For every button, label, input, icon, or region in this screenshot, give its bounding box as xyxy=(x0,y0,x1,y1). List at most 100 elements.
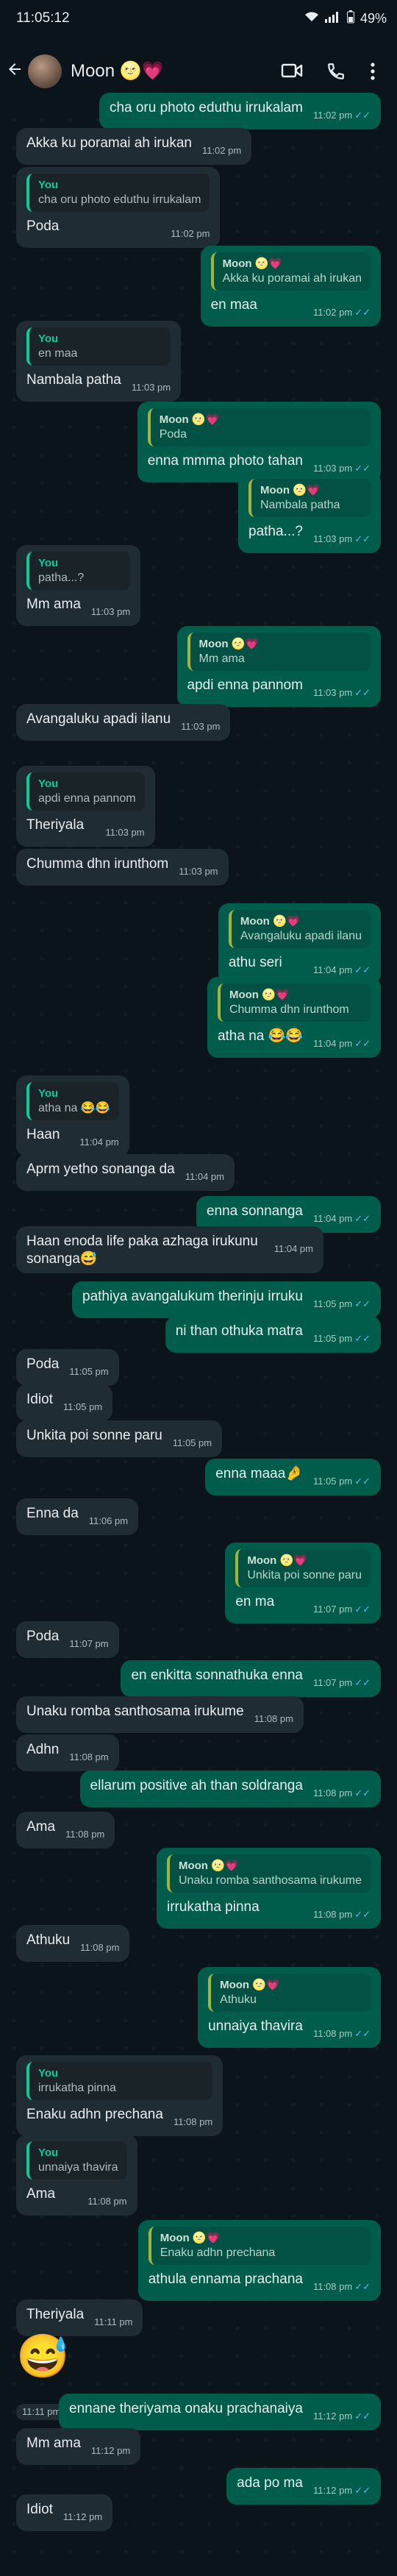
outgoing-message[interactable]: 11:05 pm ✓✓ pathiya avangalukum therinju i… xyxy=(72,1281,381,1318)
quoted-reply[interactable]: You patha...? xyxy=(26,552,131,590)
read-receipt-icon: ✓✓ xyxy=(354,1298,371,1309)
quoted-sender: Moon 🌝💗 xyxy=(159,413,220,426)
read-receipt-icon: ✓✓ xyxy=(354,1213,371,1224)
quoted-reply[interactable]: Moon 🌝💗 Avangaluku apadi ilanu xyxy=(228,910,371,948)
incoming-message[interactable]: You irrukatha pinna 11:08 pm Enaku adhn pre… xyxy=(16,2055,223,2136)
quoted-reply[interactable]: Moon 🌝💗 Poda xyxy=(147,408,371,446)
quoted-sender: Moon 🌝💗 xyxy=(178,1860,239,1872)
message-text: Theriyala xyxy=(26,817,85,833)
quoted-text: atha na 😂😂 xyxy=(38,1102,110,1114)
incoming-message[interactable]: 11:07 pm Poda xyxy=(16,1621,119,1658)
incoming-message[interactable]: 11:08 pm Athuku xyxy=(16,1925,130,1962)
message-time: 11:03 pm xyxy=(181,721,221,732)
outgoing-message[interactable]: Moon 🌝💗 Mm ama 11:03 pm ✓✓ apdi enna pannom xyxy=(176,626,381,707)
incoming-message[interactable]: 11:06 pm Enna da xyxy=(16,1498,139,1535)
quoted-reply[interactable]: You atha na 😂😂 xyxy=(26,1082,119,1120)
outgoing-message[interactable]: 11:05 pm ✓✓ enna maaa🤌 xyxy=(205,1459,381,1495)
quoted-reply[interactable]: Moon 🌝💗 Athuku xyxy=(208,1974,371,2012)
incoming-message[interactable]: 11:03 pm Chumma dhn irunthom xyxy=(16,849,229,886)
incoming-message[interactable]: 11:04 pm Haan enoda life paka azhaga iruk… xyxy=(16,1226,323,1273)
voice-call-icon[interactable] xyxy=(326,62,346,85)
quoted-reply[interactable]: Moon 🌝💗 Akka ku poramai ah irukan xyxy=(210,252,371,291)
quoted-reply[interactable]: You unnaiya thavira xyxy=(26,2141,127,2180)
quoted-reply[interactable]: You apdi enna pannom xyxy=(26,772,145,811)
incoming-message[interactable]: 11:02 pm Akka ku poramai ah irukan xyxy=(16,128,252,165)
outgoing-message[interactable]: Moon 🌝💗 Athuku 11:08 pm ✓✓ unnaiya thavira xyxy=(198,1967,381,2048)
message-time: 11:05 pm xyxy=(172,1437,212,1448)
message-time: 11:12 pm ✓✓ xyxy=(312,2410,371,2422)
message-text: pathiya avangalukum therinju irruku xyxy=(82,1289,303,1304)
incoming-message[interactable]: 11:05 pm Unkita poi sonne paru xyxy=(16,1420,223,1457)
incoming-message[interactable]: 11:08 pm Adhn xyxy=(16,1734,119,1771)
message-text: patha...? xyxy=(248,524,303,539)
incoming-message[interactable]: 11:11 pm Theriyala xyxy=(16,2299,143,2336)
message-text: en maa xyxy=(210,297,257,313)
incoming-message[interactable]: You atha na 😂😂 11:04 pm Haan xyxy=(16,1075,129,1156)
message-time: 11:05 pm xyxy=(69,1366,109,1377)
avatar[interactable] xyxy=(28,54,62,88)
outgoing-message[interactable]: Moon 🌝💗 Unkita poi sonne paru 11:07 pm ✓✓ en… xyxy=(225,1543,381,1623)
outgoing-message[interactable]: 11:05 pm ✓✓ ni than othuka matra xyxy=(165,1316,381,1353)
message-time: 11:05 pm ✓✓ xyxy=(312,1298,371,1309)
message-time: 11:12 pm ✓✓ xyxy=(312,2485,371,2496)
outgoing-message[interactable]: 11:08 pm ✓✓ ellarum positive ah than soldr… xyxy=(79,1771,381,1807)
message-time: 11:08 pm xyxy=(254,1713,293,1724)
quoted-reply[interactable]: Moon 🌝💗 Enaku adhn prechana xyxy=(148,2227,371,2265)
incoming-message[interactable]: 11:08 pm Ama xyxy=(16,1812,115,1849)
outgoing-message[interactable]: Moon 🌝💗 Akka ku poramai ah irukan 11:02 pm… xyxy=(200,246,381,327)
back-arrow-icon[interactable] xyxy=(6,60,24,82)
incoming-message[interactable]: You unnaiya thavira 11:08 pm Ama xyxy=(16,2135,137,2216)
read-receipt-icon: ✓✓ xyxy=(354,1476,371,1487)
message-text: Nambala patha xyxy=(26,372,121,388)
incoming-message[interactable]: 11:05 pm Idiot xyxy=(16,1384,113,1421)
message-time: 11:08 pm ✓✓ xyxy=(312,2281,371,2292)
quoted-reply[interactable]: Moon 🌝💗 Chumma dhn irunthom xyxy=(217,983,371,1022)
quoted-reply[interactable]: You irrukatha pinna xyxy=(26,2062,213,2100)
quoted-sender: You xyxy=(38,1087,59,1100)
message-time: 11:03 pm ✓✓ xyxy=(312,533,371,544)
quoted-reply[interactable]: You en maa xyxy=(26,327,171,366)
message-text: irrukatha pinna xyxy=(166,1899,260,1915)
outgoing-message[interactable]: Moon 🌝💗 Avangaluku apadi ilanu 11:04 pm ✓✓ a… xyxy=(218,903,381,984)
incoming-message[interactable]: 11:08 pm Unaku romba santhosama irukume xyxy=(16,1696,304,1733)
contact-name[interactable]: Moon 🌝💗 xyxy=(71,60,163,82)
more-options-icon[interactable] xyxy=(370,62,376,85)
message-text: en ma xyxy=(235,1594,275,1609)
status-icons: 49% xyxy=(304,10,387,26)
incoming-message[interactable]: 11:03 pm Avangaluku apadi ilanu xyxy=(16,704,231,741)
incoming-message[interactable]: You cha oru photo eduthu irrukalam 11:02 p… xyxy=(16,167,221,248)
quoted-reply[interactable]: Moon 🌝💗 Mm ama xyxy=(187,633,371,671)
quoted-sender: You xyxy=(38,778,59,790)
outgoing-message[interactable]: 11:12 pm ✓✓ ennane theriyama onaku prachan… xyxy=(59,2394,381,2430)
outgoing-message[interactable]: Moon 🌝💗 Unaku romba santhosama irukume 11:… xyxy=(156,1848,381,1929)
quoted-reply[interactable]: You cha oru photo eduthu irrukalam xyxy=(26,174,210,212)
incoming-message[interactable]: You patha...? 11:03 pm Mm ama xyxy=(16,545,141,626)
incoming-message[interactable]: 11:05 pm Poda xyxy=(16,1349,119,1386)
message-text: apdi enna pannom xyxy=(187,677,303,693)
incoming-message[interactable]: 11:12 pm Idiot xyxy=(16,2494,113,2531)
message-text: Poda xyxy=(26,1629,60,1644)
quoted-reply[interactable]: Moon 🌝💗 Unaku romba santhosama irukume xyxy=(166,1854,371,1893)
outgoing-message[interactable]: 11:02 pm ✓✓ cha oru photo eduthu irrukalam xyxy=(99,93,381,129)
message-text: Ama xyxy=(26,2186,56,2202)
outgoing-message[interactable]: Moon 🌝💗 Nambala patha 11:03 pm ✓✓ patha...? xyxy=(238,472,381,553)
incoming-message[interactable]: You apdi enna pannom 11:03 pm Theriyala xyxy=(16,766,155,847)
outgoing-message[interactable]: 11:07 pm ✓✓ en enkitta sonnathuka enna xyxy=(121,1660,381,1697)
video-call-icon[interactable] xyxy=(281,62,303,83)
incoming-message[interactable]: 11:12 pm Mm ama xyxy=(16,2428,141,2465)
outgoing-message[interactable]: Moon 🌝💗 Enaku adhn prechana 11:08 pm ✓✓ athu… xyxy=(137,2220,381,2301)
incoming-message[interactable]: 11:04 pm Aprm yetho sonanga da xyxy=(16,1154,235,1191)
outgoing-message[interactable]: Moon 🌝💗 Poda 11:03 pm ✓✓ enna mmma photo tah… xyxy=(137,402,381,483)
incoming-message[interactable]: You en maa 11:03 pm Nambala patha xyxy=(16,321,182,402)
outgoing-message[interactable]: 11:12 pm ✓✓ ada po ma xyxy=(226,2468,381,2505)
quoted-reply[interactable]: Moon 🌝💗 Nambala patha xyxy=(248,479,371,517)
quoted-text: en maa xyxy=(38,347,78,360)
message-text: 😅 xyxy=(16,2333,70,2380)
message-list[interactable]: 11:02 pm ✓✓ cha oru photo eduthu irrukalam… xyxy=(0,93,397,2576)
quoted-sender: Moon 🌝💗 xyxy=(222,257,283,270)
message-text: ellarum positive ah than soldranga xyxy=(90,1778,303,1793)
message-time: 11:03 pm xyxy=(90,606,131,617)
quoted-reply[interactable]: Moon 🌝💗 Unkita poi sonne paru xyxy=(235,1549,371,1587)
message-text: athula ennama prachana xyxy=(148,2271,303,2287)
outgoing-message[interactable]: Moon 🌝💗 Chumma dhn irunthom 11:04 pm ✓✓ atha… xyxy=(207,977,381,1058)
